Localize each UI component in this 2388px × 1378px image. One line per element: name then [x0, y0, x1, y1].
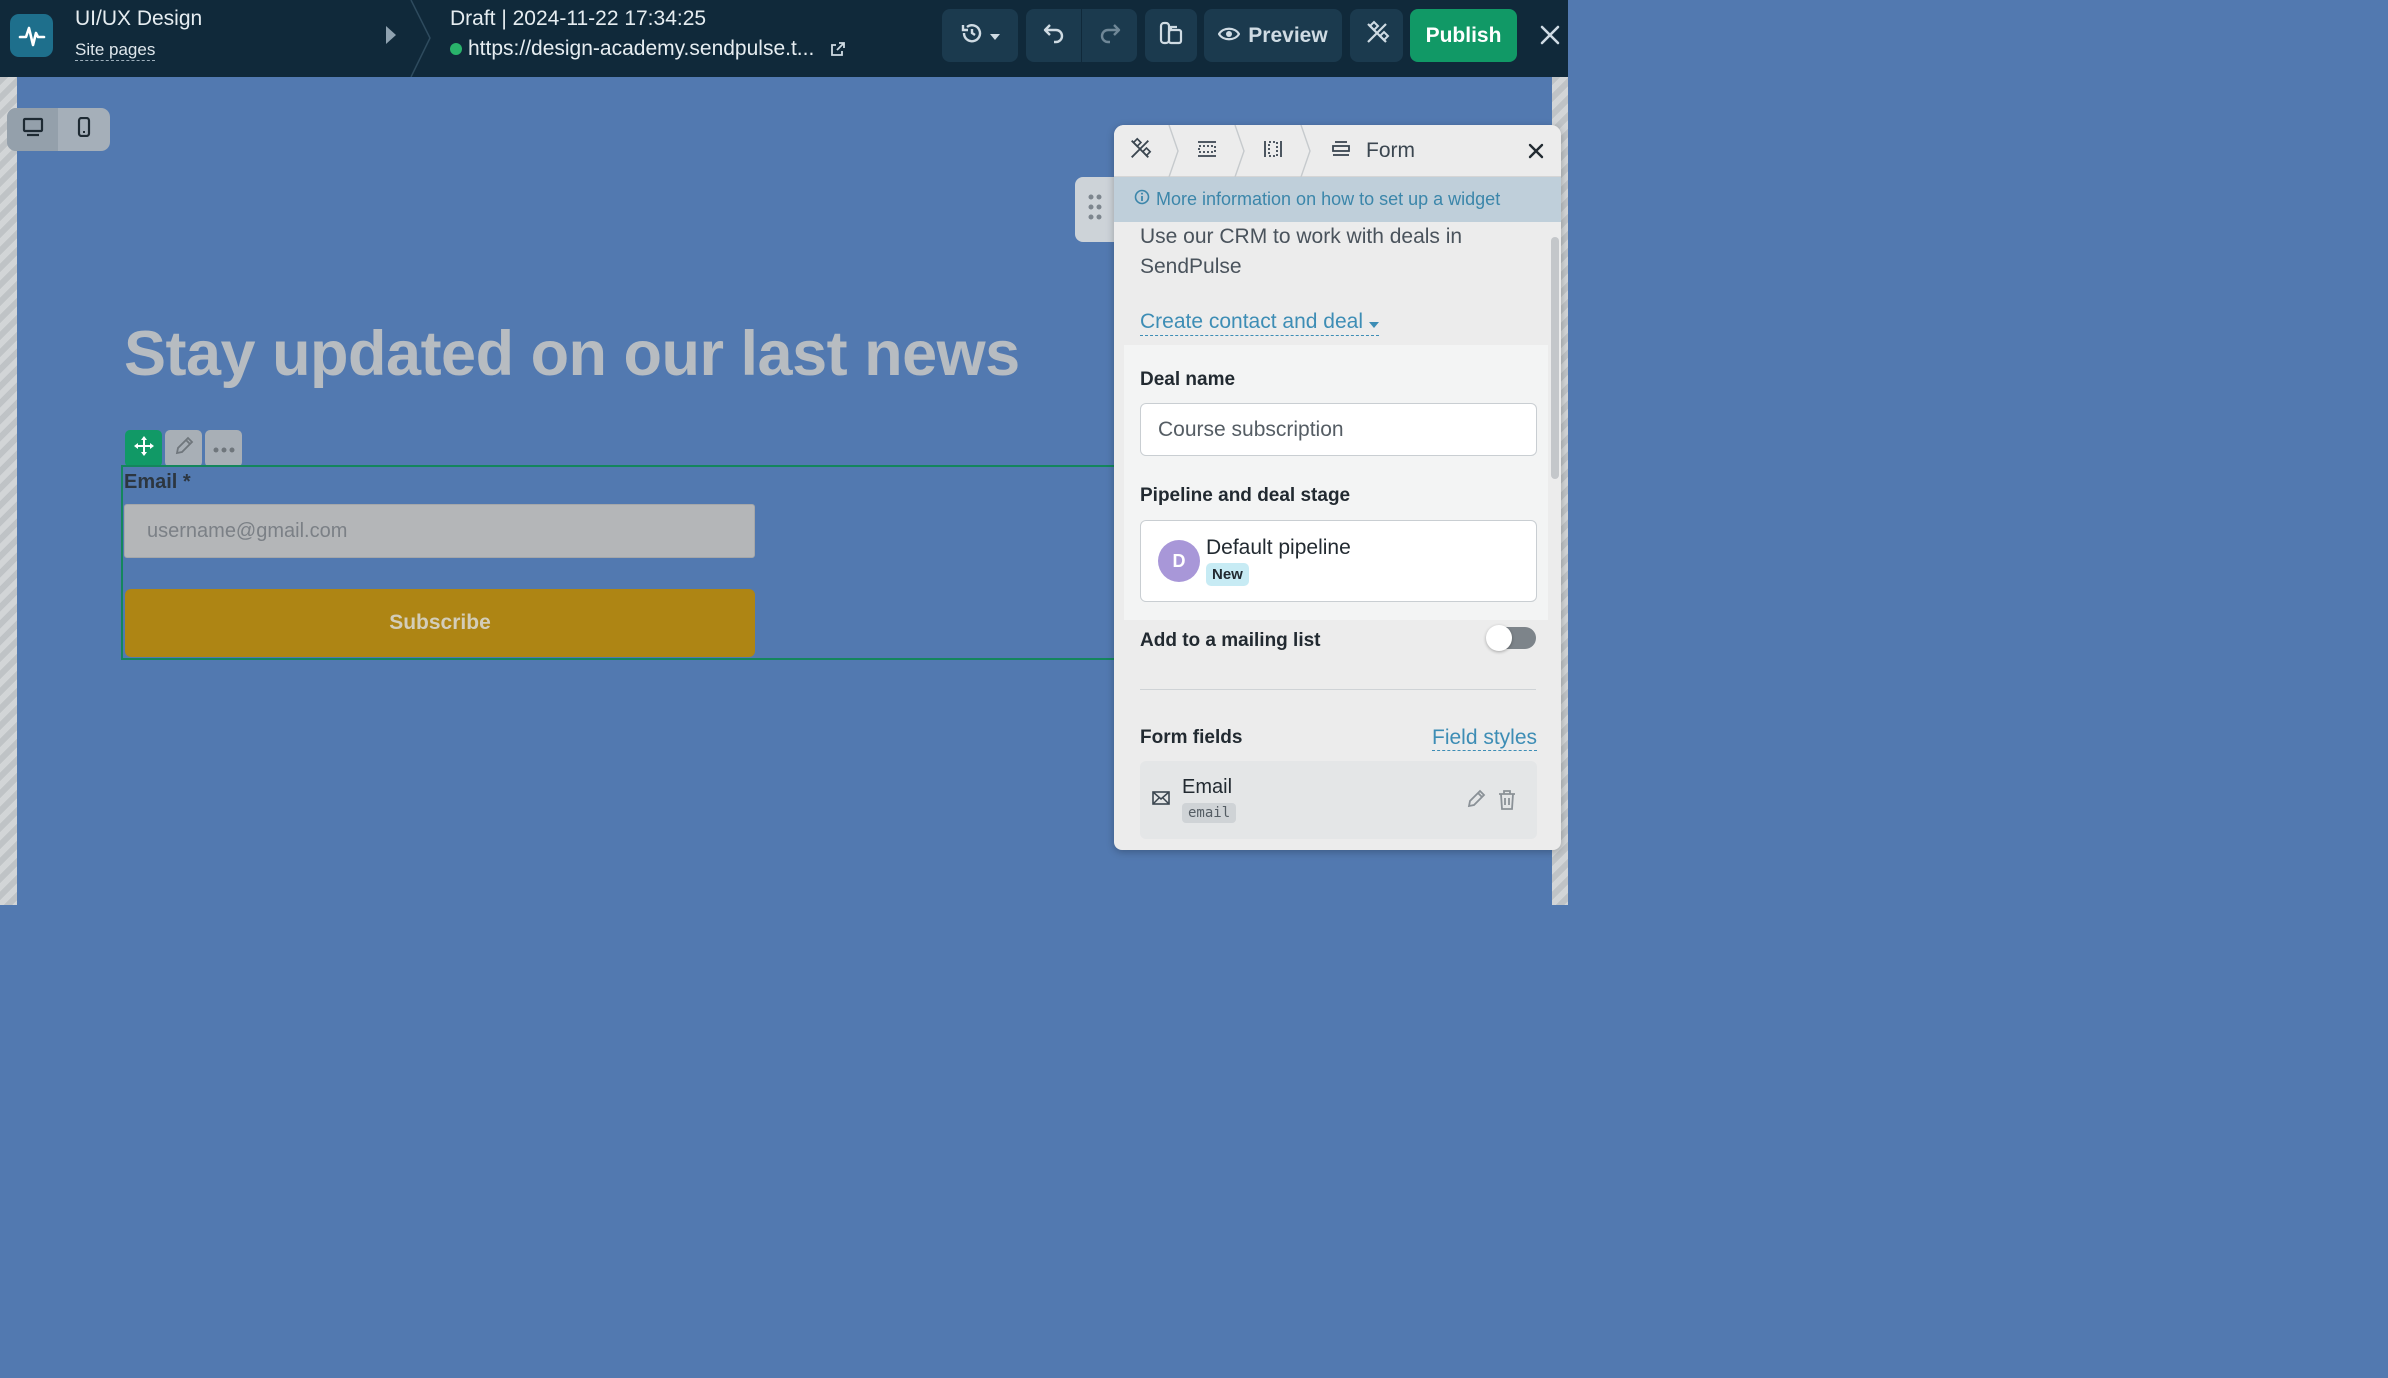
preview-button[interactable]: Preview — [1204, 9, 1342, 62]
preview-label: Preview — [1248, 23, 1328, 47]
toggle-knob — [1486, 625, 1512, 651]
design-tools-icon — [1128, 137, 1152, 166]
ellipsis-icon — [213, 440, 235, 458]
caret-right-icon[interactable] — [385, 25, 397, 50]
column-icon — [1262, 139, 1284, 164]
mailing-list-toggle[interactable] — [1486, 625, 1536, 651]
crm-intro-text: Use our CRM to work with deals in SendPu… — [1140, 225, 1463, 278]
desktop-icon — [22, 117, 44, 142]
close-panel-icon[interactable] — [1527, 142, 1545, 165]
deal-name-input[interactable] — [1140, 403, 1537, 456]
pipeline-select[interactable]: D Default pipeline New — [1140, 520, 1537, 602]
deal-name-label: Deal name — [1140, 369, 1236, 390]
deal-stage-badge: New — [1206, 563, 1249, 586]
mailing-list-label: Add to a mailing list — [1140, 630, 1321, 651]
envelope-icon — [1152, 791, 1170, 810]
mobile-view-button[interactable] — [58, 108, 109, 151]
draft-status: Draft | 2024-11-22 17:34:25 — [450, 7, 707, 30]
pipeline-label: Pipeline and deal stage — [1140, 485, 1351, 506]
pipeline-name: Default pipeline — [1206, 536, 1351, 559]
redo-button[interactable] — [1082, 9, 1137, 62]
copy-styles-button[interactable] — [1145, 9, 1197, 62]
breadcrumb-design[interactable] — [1128, 125, 1152, 177]
form-field-key: email — [1182, 803, 1237, 823]
eye-icon — [1218, 24, 1241, 48]
panel-breadcrumb: Form — [1114, 125, 1561, 178]
publish-button[interactable]: Publish — [1410, 9, 1517, 62]
site-pages-link[interactable]: Site pages — [75, 40, 156, 61]
field-styles-link[interactable]: Field styles — [1432, 725, 1538, 751]
panel-scrollbar[interactable] — [1551, 237, 1559, 479]
info-banner[interactable]: More information on how to set up a widg… — [1114, 177, 1561, 222]
panel-drag-handle[interactable] — [1075, 177, 1115, 242]
move-block-button[interactable] — [125, 430, 162, 467]
pencil-icon — [174, 436, 194, 461]
chevron-down-icon — [1368, 309, 1379, 335]
drag-dots-icon — [1088, 194, 1102, 225]
undo-button[interactable] — [1026, 9, 1081, 62]
site-url: https://design-academy.sendpulse.t... — [450, 37, 846, 61]
top-bar: UI/UX Design Site pages Draft | 2024-11-… — [0, 0, 1568, 78]
redo-icon — [1099, 22, 1121, 49]
block-toolbar — [125, 430, 242, 467]
create-mode-label: Create contact and deal — [1140, 310, 1363, 333]
page-headline[interactable]: Stay updated on our last news — [124, 318, 1020, 390]
external-link-icon[interactable] — [830, 41, 846, 57]
more-options-button[interactable] — [205, 430, 242, 467]
breadcrumb-separator — [1300, 125, 1312, 182]
sendpulse-logo-icon[interactable] — [10, 14, 53, 57]
form-field-name: Email — [1182, 776, 1233, 798]
pipeline-avatar: D — [1158, 540, 1200, 582]
form-field-item[interactable]: Email email — [1140, 761, 1537, 839]
close-editor-icon[interactable] — [1535, 20, 1565, 55]
breadcrumb-separator — [1234, 125, 1246, 182]
move-icon — [133, 435, 155, 462]
site-url-text[interactable]: https://design-academy.sendpulse.t... — [468, 37, 814, 61]
status-dot-icon — [450, 43, 462, 55]
create-mode-dropdown[interactable]: Create contact and deal — [1140, 309, 1379, 336]
desktop-view-button[interactable] — [7, 108, 58, 151]
widget-settings-panel: Form More information on how to set up a… — [1114, 125, 1561, 850]
chevron-down-icon — [990, 27, 1000, 45]
breadcrumb-form-label: Form — [1366, 139, 1415, 162]
form-fields-label: Form fields — [1140, 727, 1243, 748]
email-input[interactable] — [124, 504, 755, 558]
trash-icon[interactable] — [1497, 789, 1517, 816]
design-tools-button[interactable] — [1350, 9, 1403, 62]
email-field-label: Email * — [124, 471, 191, 493]
subscribe-button[interactable]: Subscribe — [125, 589, 755, 657]
mobile-icon — [77, 116, 91, 142]
info-icon — [1134, 189, 1150, 210]
canvas-edge-left — [0, 77, 17, 905]
breadcrumb-section[interactable] — [1196, 125, 1218, 177]
form-icon — [1330, 139, 1352, 164]
pencil-icon[interactable] — [1466, 789, 1486, 814]
edit-block-button[interactable] — [165, 430, 202, 467]
undo-icon — [1043, 22, 1065, 49]
breadcrumb-column[interactable] — [1262, 125, 1284, 177]
history-button[interactable] — [942, 9, 1018, 62]
divider-chevron — [410, 0, 432, 82]
device-toggle — [7, 108, 110, 151]
app-title: UI/UX Design — [75, 7, 203, 30]
info-link[interactable]: More information on how to set up a widg… — [1156, 189, 1500, 210]
breadcrumb-separator — [1168, 125, 1180, 182]
divider — [1140, 689, 1536, 690]
paint-copy-icon — [1157, 19, 1185, 52]
breadcrumb-form[interactable]: Form — [1330, 125, 1415, 177]
history-icon — [960, 21, 984, 50]
design-tools-icon — [1364, 20, 1390, 51]
section-icon — [1196, 139, 1218, 164]
